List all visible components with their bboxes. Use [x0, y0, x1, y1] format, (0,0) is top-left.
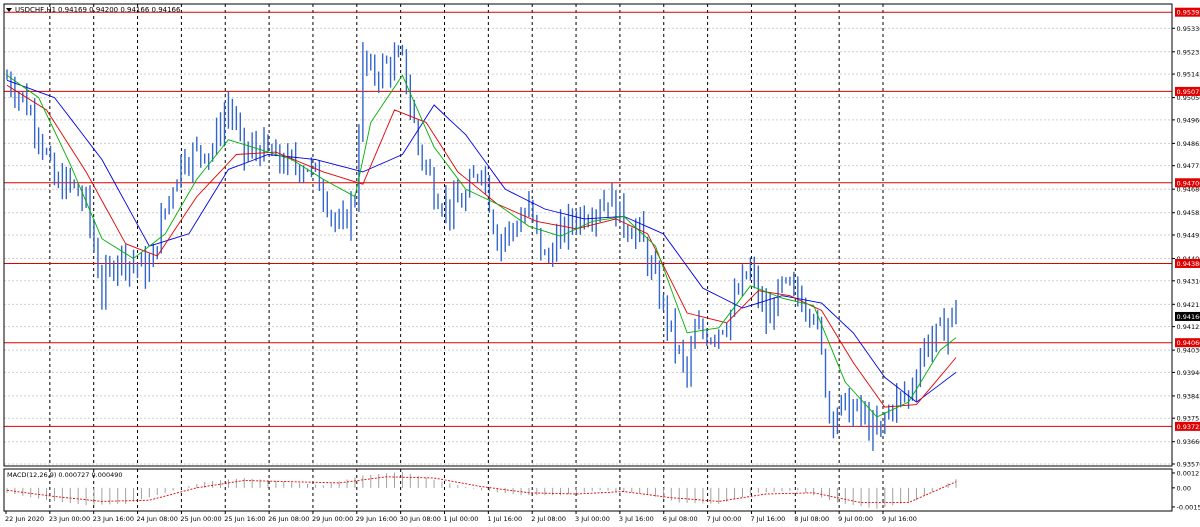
y-tick-label: 0.94960: [1177, 116, 1200, 124]
level-price-label: 0.94380: [1177, 260, 1200, 268]
y-tick-label: 0.95235: [1177, 48, 1200, 56]
y-tick-label: 0.94585: [1177, 209, 1200, 217]
x-tick-label: 9 Jul 00:00: [838, 515, 873, 523]
y-tick-label: 0.94215: [1177, 301, 1200, 309]
x-tick-label: 2 Jul 08:00: [531, 515, 566, 523]
level-price-tag: 0.94706: [1175, 178, 1200, 188]
x-tick-label: 6 Jul 08:00: [663, 515, 698, 523]
chart-header: USDCHF,H1 0.94169 0.94200 0.94166 0.9416…: [6, 6, 181, 14]
x-tick-label: 25 Jun 00:00: [180, 515, 221, 523]
macd-y-tick-label: -0.00155: [1177, 503, 1200, 511]
symbol-label: USDCHF,H1: [15, 6, 56, 14]
x-tick-label: 24 Jun 08:00: [137, 515, 178, 523]
y-tick-label: 0.93755: [1177, 415, 1200, 423]
level-price-tag: 0.94380: [1175, 258, 1200, 268]
level-price-label: 0.95075: [1177, 88, 1200, 96]
x-tick-label: 8 Jul 08:00: [794, 515, 829, 523]
level-price-tag: 0.93722: [1175, 421, 1200, 431]
x-tick-label: 7 Jul 16:00: [750, 515, 785, 523]
level-price-tag: 0.95395: [1175, 7, 1200, 17]
level-price-label: 0.94706: [1177, 179, 1200, 187]
y-tick-label: 0.94495: [1177, 232, 1200, 240]
x-tick-label: 23 Jun 16:00: [93, 515, 134, 523]
x-tick-label: 23 Jun 00:00: [49, 515, 90, 523]
y-tick-label: 0.93845: [1177, 392, 1200, 400]
current-price-tag: 0.94166: [1175, 311, 1200, 321]
y-tick-label: 0.93570: [1177, 461, 1200, 469]
x-tick-label: 29 Jun 00:00: [312, 515, 353, 523]
macd-y-tick-label: 0.00121: [1177, 469, 1200, 477]
x-tick-label: 7 Jul 00:00: [707, 515, 742, 523]
ohlc-values: 0.94169 0.94200 0.94166 0.94166: [58, 6, 181, 14]
level-price-label: 0.95395: [1177, 9, 1200, 17]
x-tick-label: 30 Jun 08:00: [400, 515, 441, 523]
level-price-tag: 0.95075: [1175, 86, 1200, 96]
price-chart[interactable]: USDCHF,H1 0.94169 0.94200 0.94166 0.9416…: [0, 0, 1200, 527]
x-tick-label: 1 Jul 00:00: [444, 515, 479, 523]
level-price-tag: 0.94060: [1175, 338, 1200, 348]
y-tick-label: 0.94030: [1177, 347, 1200, 355]
current-price-label: 0.94166: [1177, 313, 1200, 321]
level-price-label: 0.94060: [1177, 339, 1200, 347]
y-tick-label: 0.93660: [1177, 438, 1200, 446]
x-tick-label: 29 Jun 16:00: [356, 515, 397, 523]
macd-label: MACD(12,26,9) 0.000727 0.000490: [7, 471, 123, 479]
x-tick-label: 26 Jun 08:00: [268, 515, 309, 523]
y-tick-label: 0.94865: [1177, 140, 1200, 148]
x-tick-label: 9 Jul 16:00: [882, 515, 917, 523]
y-tick-label: 0.95330: [1177, 25, 1200, 33]
x-tick-label: 25 Jun 16:00: [224, 515, 265, 523]
x-tick-label: 3 Jul 00:00: [575, 515, 610, 523]
y-tick-label: 0.93940: [1177, 369, 1200, 377]
x-tick-label: 22 Jun 2020: [5, 515, 44, 523]
level-price-label: 0.93722: [1177, 423, 1200, 431]
macd-y-tick-label: 0.00: [1177, 484, 1191, 492]
y-tick-label: 0.95145: [1177, 71, 1200, 79]
x-tick-label: 1 Jul 16:00: [487, 515, 522, 523]
y-tick-label: 0.94310: [1177, 277, 1200, 285]
y-tick-label: 0.94775: [1177, 162, 1200, 170]
y-tick-label: 0.94125: [1177, 323, 1200, 331]
x-tick-label: 3 Jul 16:00: [619, 515, 654, 523]
